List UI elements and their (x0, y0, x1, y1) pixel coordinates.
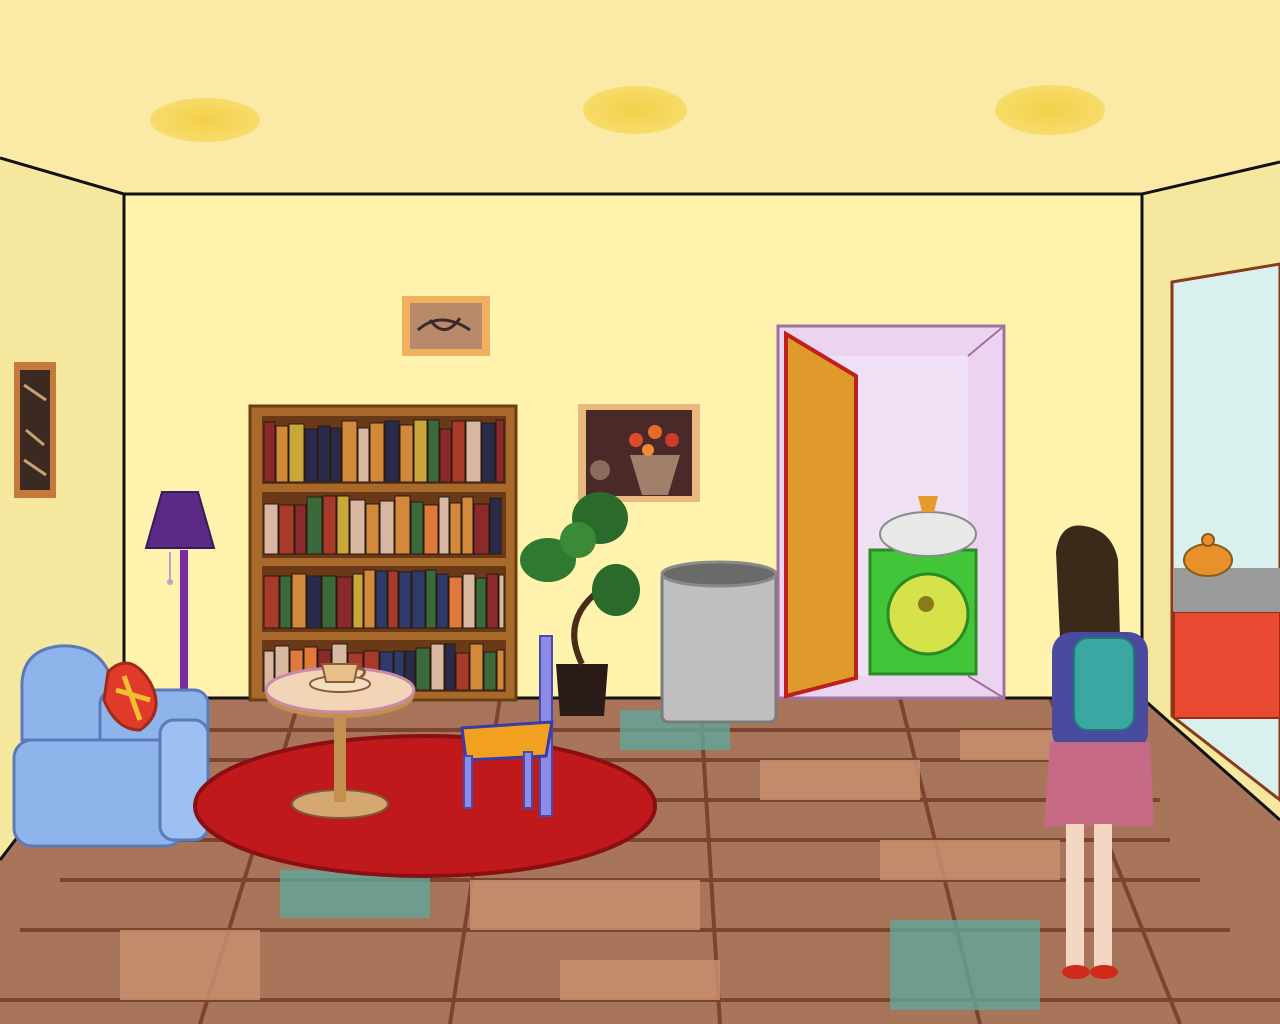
book (427, 419, 440, 483)
ceiling-light-1[interactable] (150, 98, 260, 142)
book (398, 571, 412, 629)
book (410, 501, 424, 555)
book (498, 574, 505, 629)
wall-painting-fruit[interactable] (578, 404, 700, 502)
book (481, 422, 496, 483)
book (496, 649, 505, 691)
book (462, 573, 476, 629)
book (317, 425, 331, 483)
book (322, 495, 337, 555)
book (439, 428, 452, 483)
wall-painting-small[interactable] (402, 296, 490, 356)
book (278, 504, 295, 555)
book (495, 419, 505, 483)
book (349, 499, 366, 555)
book (483, 651, 497, 691)
book (341, 420, 358, 483)
book (411, 570, 426, 629)
book (436, 573, 449, 629)
book (288, 423, 305, 483)
book (455, 652, 470, 691)
book (379, 500, 395, 555)
game-scene (0, 0, 1280, 1024)
book (387, 570, 399, 629)
book (369, 422, 385, 483)
book (263, 503, 279, 555)
book (465, 420, 482, 483)
book (449, 502, 462, 555)
book (336, 495, 350, 555)
book (263, 421, 276, 483)
ceiling-light-2[interactable] (583, 86, 687, 134)
book (475, 577, 487, 629)
book (279, 575, 292, 629)
book (415, 647, 431, 691)
book (365, 503, 380, 555)
book (294, 504, 307, 555)
book (448, 576, 463, 629)
round-rug[interactable] (193, 734, 657, 878)
book (423, 504, 439, 555)
wall-painting-left[interactable] (14, 362, 56, 498)
book (469, 643, 484, 691)
book (306, 496, 323, 555)
book (336, 576, 353, 629)
book (413, 419, 428, 483)
book (263, 575, 280, 629)
kitchen-doorway[interactable] (1170, 262, 1280, 802)
book (304, 428, 318, 483)
book (384, 420, 400, 483)
book (330, 427, 342, 483)
book (425, 569, 437, 629)
book (444, 643, 456, 691)
ceiling-light-3[interactable] (995, 85, 1105, 135)
book (291, 573, 307, 629)
book (352, 573, 364, 629)
book (451, 420, 466, 483)
book (473, 503, 490, 555)
book (489, 497, 502, 555)
book (486, 573, 499, 629)
book (357, 427, 370, 483)
book (275, 425, 289, 483)
book (321, 575, 337, 629)
book (430, 643, 445, 691)
book (375, 570, 388, 629)
sink[interactable] (868, 496, 978, 676)
trash-bin[interactable] (660, 560, 778, 724)
book (461, 496, 474, 555)
book (399, 424, 414, 483)
book (363, 569, 376, 629)
book (306, 575, 322, 629)
book (438, 496, 450, 555)
book (394, 495, 411, 555)
